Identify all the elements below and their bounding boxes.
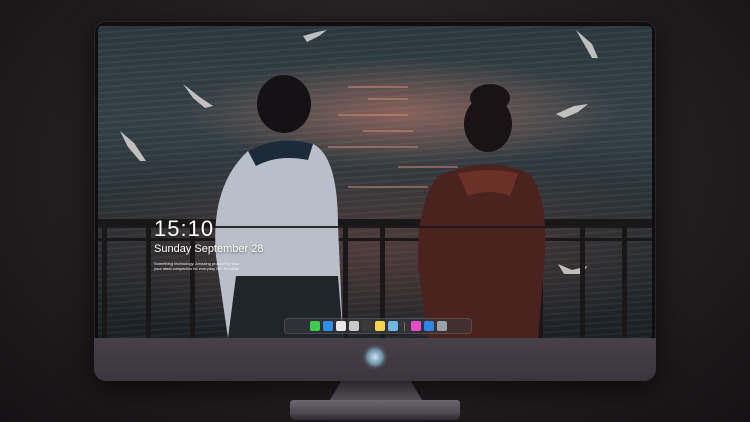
clapper-icon[interactable] (361, 321, 372, 331)
quote-line-2: your ideal companion for everyday life. … (154, 266, 240, 271)
notes-app-icon[interactable] (348, 321, 359, 331)
lockscreen-date: Sunday September 28 (154, 243, 264, 255)
screenshot-icon[interactable] (436, 321, 447, 331)
preview-icon[interactable] (387, 321, 398, 331)
app-store-icon[interactable] (423, 321, 434, 331)
lockscreen-clock: 15:10 (154, 216, 215, 241)
dock (284, 318, 472, 334)
messages-icon[interactable] (309, 321, 320, 331)
safari-icon[interactable] (335, 321, 346, 331)
monitor-stand-base (290, 400, 460, 420)
monitor-chin (94, 338, 656, 381)
desktop-screen: 15:10 Sunday September 28 Something tech… (98, 26, 652, 338)
imac-monitor: 15:10 Sunday September 28 Something tech… (94, 21, 656, 381)
brand-logo-icon (366, 348, 384, 366)
dock-separator (403, 321, 405, 331)
stickies-icon[interactable] (374, 321, 385, 331)
finder-icon[interactable] (322, 321, 333, 331)
lockscreen-quote: Something technology. Amazing product by… (154, 261, 274, 271)
itunes-icon[interactable] (410, 321, 421, 331)
wallpaper-couple-at-sea (98, 30, 652, 338)
